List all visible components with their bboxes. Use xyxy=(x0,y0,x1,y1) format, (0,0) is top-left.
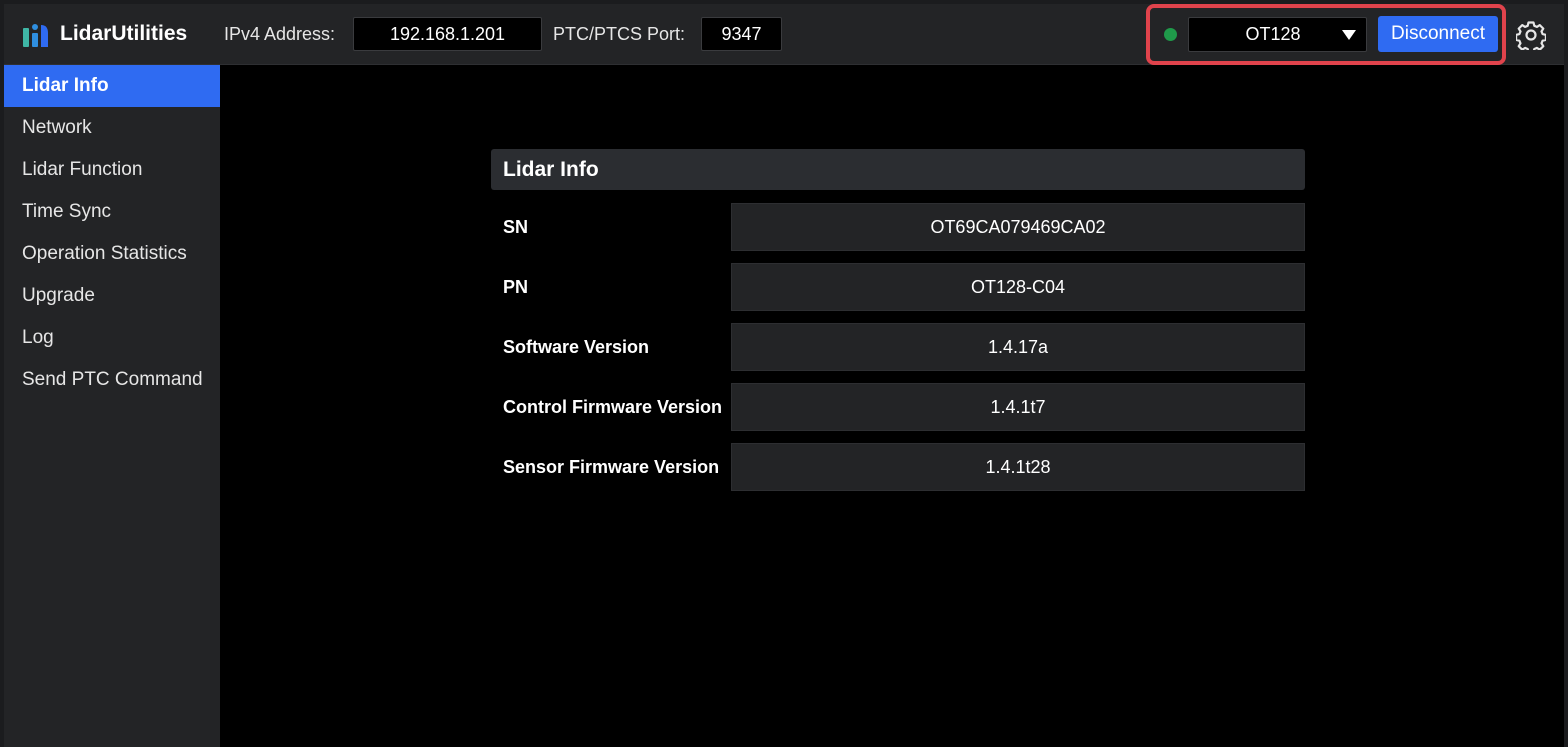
ipv4-label: IPv4 Address: xyxy=(224,24,336,44)
chevron-down-icon xyxy=(1342,30,1356,40)
row-label: Software Version xyxy=(503,337,650,357)
sn-value: OT69CA079469CA02 xyxy=(731,203,1305,251)
sidebar-item-operation-statistics[interactable]: Operation Statistics xyxy=(4,233,220,275)
lidar-model-select[interactable]: OT128 xyxy=(1188,17,1367,52)
app-logo-icon xyxy=(23,24,48,47)
row-label: PN xyxy=(503,277,529,297)
pn-value: OT128-C04 xyxy=(731,263,1305,311)
sensor-firmware-version-value: 1.4.1t28 xyxy=(731,443,1305,491)
row-label: Control Firmware Version xyxy=(503,397,723,417)
row-label: Sensor Firmware Version xyxy=(503,457,720,477)
connection-status-icon xyxy=(1164,28,1177,41)
sidebar-item-lidar-function[interactable]: Lidar Function xyxy=(4,149,220,191)
top-bar: LidarUtilities IPv4 Address: 192.168.1.2… xyxy=(4,4,1564,65)
control-firmware-version-value: 1.4.1t7 xyxy=(731,383,1305,431)
sidebar-item-log[interactable]: Log xyxy=(4,317,220,359)
row-label: SN xyxy=(503,217,529,237)
port-input[interactable]: 9347 xyxy=(701,17,782,51)
sidebar-item-network[interactable]: Network xyxy=(4,107,220,149)
ipv4-input[interactable]: 192.168.1.201 xyxy=(353,17,542,51)
lidar-model-value: OT128 xyxy=(1245,24,1301,44)
sidebar: Lidar Info Network Lidar Function Time S… xyxy=(4,65,220,747)
sidebar-item-upgrade[interactable]: Upgrade xyxy=(4,275,220,317)
gear-icon[interactable] xyxy=(1516,20,1546,50)
sidebar-item-send-ptc-command[interactable]: Send PTC Command xyxy=(4,359,220,401)
port-label: PTC/PTCS Port: xyxy=(553,24,686,44)
app-title: LidarUtilities xyxy=(60,22,188,45)
disconnect-button[interactable]: Disconnect xyxy=(1378,16,1498,52)
panel-title: Lidar Info xyxy=(491,149,1305,190)
sidebar-item-time-sync[interactable]: Time Sync xyxy=(4,191,220,233)
software-version-value: 1.4.17a xyxy=(731,323,1305,371)
sidebar-item-lidar-info[interactable]: Lidar Info xyxy=(4,65,220,107)
app-window: LidarUtilities IPv4 Address: 192.168.1.2… xyxy=(4,4,1564,747)
